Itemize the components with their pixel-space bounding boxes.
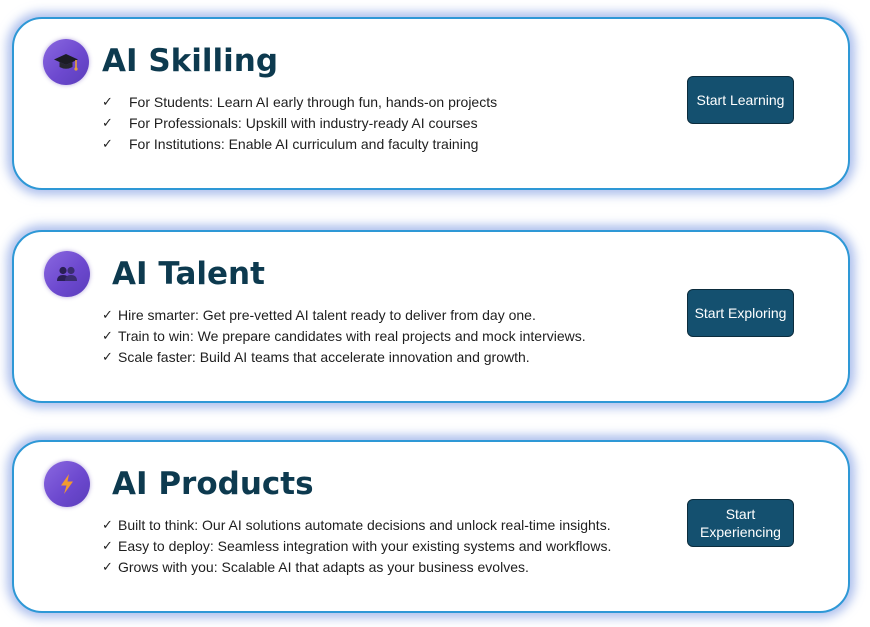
- list-item-text: Scale faster: Build AI teams that accele…: [118, 349, 530, 365]
- card-title: AI Products: [112, 466, 314, 502]
- start-exploring-button[interactable]: Start Exploring: [687, 289, 794, 337]
- list-item-text: Hire smarter: Get pre-vetted AI talent r…: [118, 307, 536, 323]
- check-icon: ✓: [102, 518, 113, 533]
- button-label: Start Learning: [696, 92, 785, 108]
- ai-talent-card: AI Talent ✓ Hire smarter: Get pre-vetted…: [12, 230, 850, 403]
- list-item: ✓ For Students: Learn AI early through f…: [102, 92, 497, 113]
- ai-products-card: AI Products ✓ Built to think: Our AI sol…: [12, 440, 850, 613]
- list-item-text: Built to think: Our AI solutions automat…: [118, 517, 611, 533]
- button-label: Start Exploring: [694, 305, 787, 321]
- ai-skilling-card: AI Skilling ✓ For Students: Learn AI ear…: [12, 17, 850, 190]
- list-item-text: Train to win: We prepare candidates with…: [118, 328, 586, 344]
- lightning-bolt-icon: [44, 461, 90, 507]
- list-item-text: Easy to deploy: Seamless integration wit…: [118, 538, 612, 554]
- start-learning-button[interactable]: Start Learning: [687, 76, 794, 124]
- feature-list: ✓ Hire smarter: Get pre-vetted AI talent…: [102, 305, 586, 368]
- check-icon: ✓: [102, 137, 113, 152]
- list-item: ✓ For Professionals: Upskill with indust…: [102, 113, 497, 134]
- list-item-text: For Institutions: Enable AI curriculum a…: [129, 136, 479, 152]
- card-title: AI Talent: [112, 256, 265, 292]
- list-item-text: For Students: Learn AI early through fun…: [129, 94, 498, 110]
- feature-list: ✓ For Students: Learn AI early through f…: [102, 92, 497, 155]
- list-item: ✓ Train to win: We prepare candidates wi…: [102, 326, 586, 347]
- button-label: Start Experiencing: [700, 506, 781, 540]
- feature-list: ✓ Built to think: Our AI solutions autom…: [102, 515, 611, 578]
- list-item: ✓ Grows with you: Scalable AI that adapt…: [102, 557, 611, 578]
- check-icon: ✓: [102, 560, 113, 575]
- check-icon: ✓: [102, 116, 113, 131]
- list-item: ✓ Scale faster: Build AI teams that acce…: [102, 347, 586, 368]
- check-icon: ✓: [102, 539, 113, 554]
- card-title: AI Skilling: [102, 43, 279, 79]
- page: AI Skilling ✓ For Students: Learn AI ear…: [0, 0, 870, 627]
- list-item: ✓ Easy to deploy: Seamless integration w…: [102, 536, 611, 557]
- check-icon: ✓: [102, 308, 113, 323]
- list-item: ✓ For Institutions: Enable AI curriculum…: [102, 134, 497, 155]
- list-item-text: For Professionals: Upskill with industry…: [129, 115, 478, 131]
- check-icon: ✓: [102, 350, 113, 365]
- list-item: ✓ Built to think: Our AI solutions autom…: [102, 515, 611, 536]
- list-item-text: Grows with you: Scalable AI that adapts …: [118, 559, 529, 575]
- graduation-cap-icon: [43, 39, 89, 85]
- people-icon: [44, 251, 90, 297]
- check-icon: ✓: [102, 329, 113, 344]
- list-item: ✓ Hire smarter: Get pre-vetted AI talent…: [102, 305, 586, 326]
- start-experiencing-button[interactable]: Start Experiencing: [687, 499, 794, 547]
- check-icon: ✓: [102, 95, 113, 110]
